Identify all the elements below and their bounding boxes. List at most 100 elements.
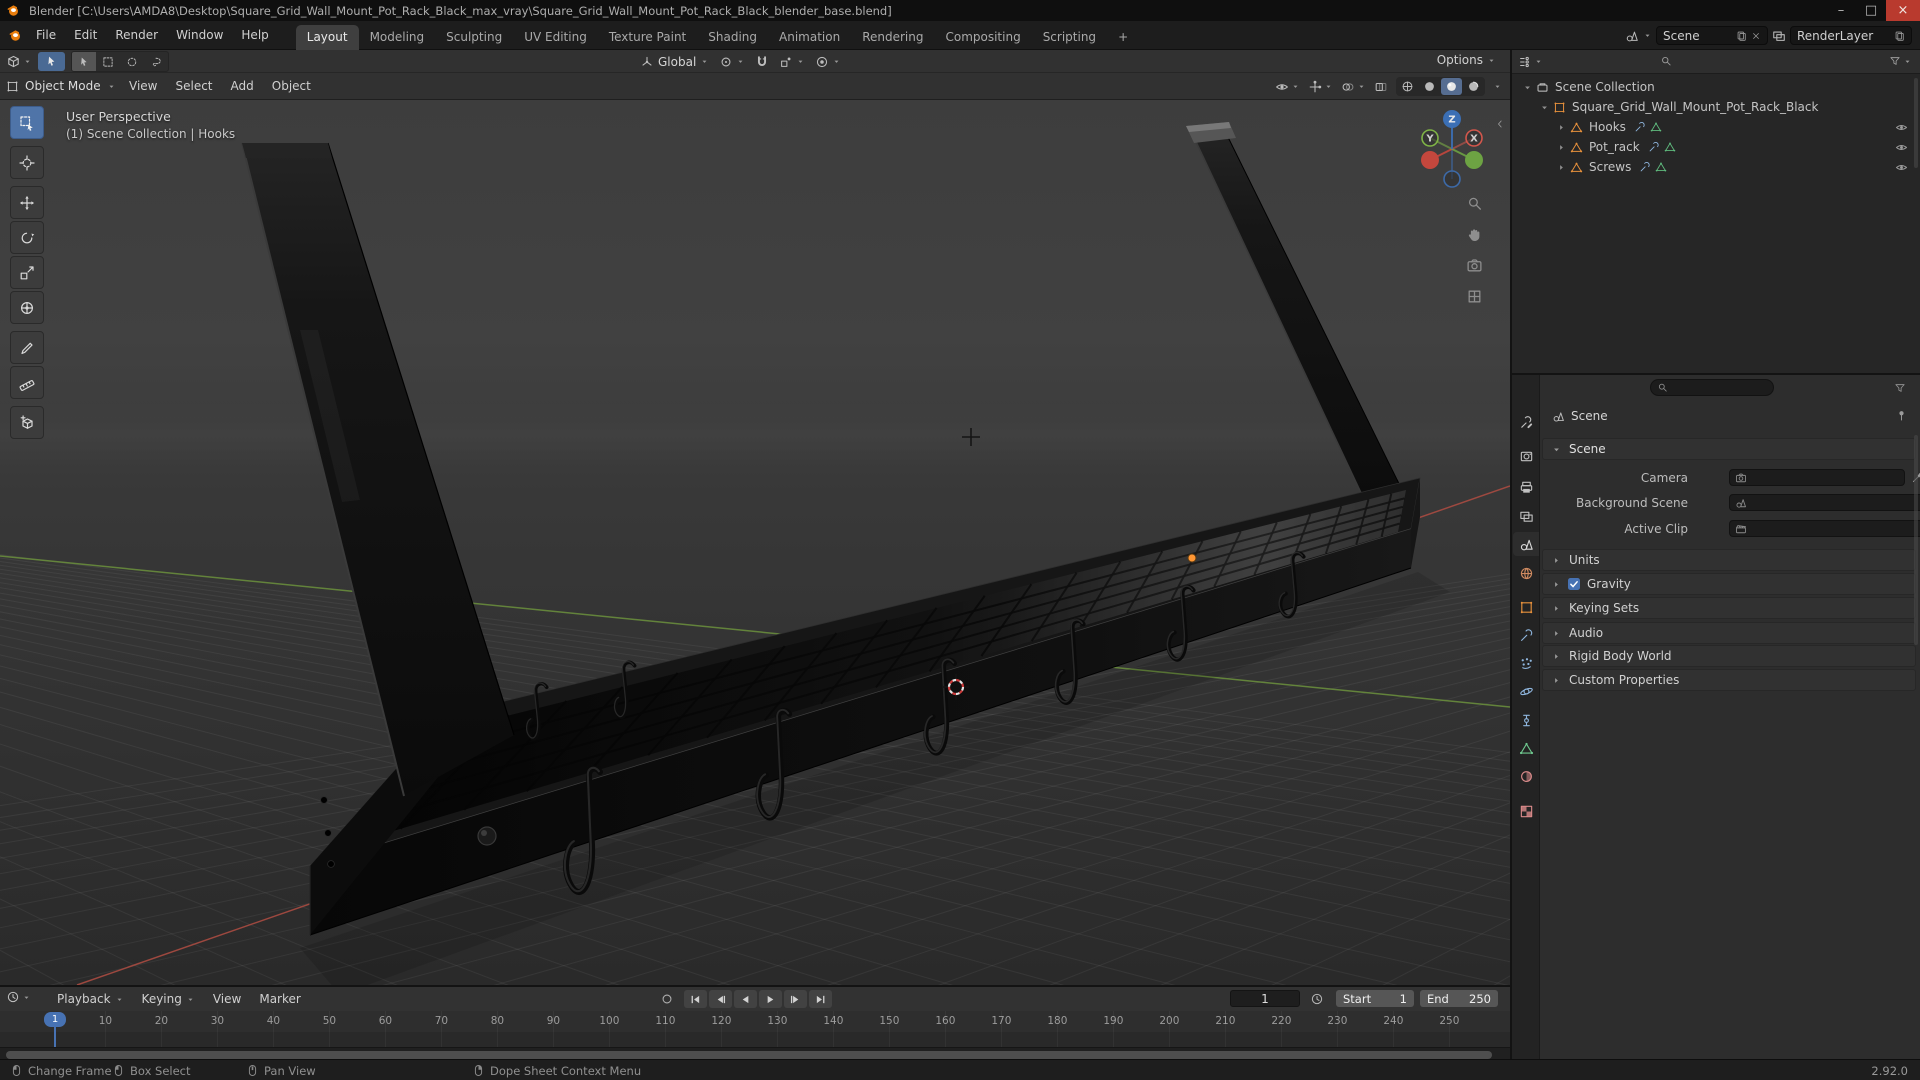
properties-filter-icon[interactable] <box>1894 382 1906 394</box>
outliner-row-scene-collection[interactable]: Scene Collection <box>1512 77 1920 97</box>
gizmo-axis-label[interactable]: X <box>1470 134 1478 145</box>
orthographic-icon[interactable] <box>1466 288 1483 305</box>
shading-dropdown-icon[interactable] <box>1493 82 1502 91</box>
filter-dropdown[interactable] <box>1889 55 1912 67</box>
properties-scrollbar[interactable] <box>1914 435 1918 645</box>
frame-start-field[interactable]: Start 1 <box>1336 990 1414 1007</box>
menu-edit[interactable]: Edit <box>65 28 106 42</box>
jump-end-button[interactable] <box>809 990 832 1008</box>
outliner-item-label[interactable]: Pot_rack <box>1589 140 1640 154</box>
play-reverse-button[interactable] <box>734 990 757 1008</box>
viewport-menu-view[interactable]: View <box>120 79 166 93</box>
modifier-wrench-icon[interactable] <box>1648 141 1660 153</box>
expand-icon[interactable] <box>1556 122 1567 133</box>
properties-tab-texture[interactable] <box>1513 799 1539 823</box>
active-clip-input[interactable] <box>1729 520 1920 537</box>
select-mode-box[interactable] <box>96 52 120 71</box>
xray-toggle[interactable] <box>1374 80 1388 94</box>
play-button[interactable] <box>759 990 782 1008</box>
add-workspace-button[interactable]: + <box>1107 25 1139 50</box>
menu-render[interactable]: Render <box>106 28 167 42</box>
expand-icon[interactable] <box>1522 82 1533 93</box>
maximize-button[interactable]: □ <box>1856 0 1886 21</box>
expand-icon[interactable] <box>1556 162 1567 173</box>
zoom-icon[interactable] <box>1466 195 1483 212</box>
timeline-editor-type-button[interactable] <box>6 990 31 1004</box>
unlink-scene-icon[interactable] <box>1751 31 1761 41</box>
properties-tab-world[interactable] <box>1513 561 1539 585</box>
outliner-item-label[interactable]: Scene Collection <box>1555 80 1655 94</box>
minimize-button[interactable]: – <box>1826 0 1856 21</box>
mesh-data-icon[interactable] <box>1655 161 1667 173</box>
expand-icon[interactable] <box>1539 102 1550 113</box>
transform-pivot-dropdown[interactable] <box>719 55 745 69</box>
workspace-tab-rendering[interactable]: Rendering <box>851 25 934 50</box>
workspace-tab-uv-editing[interactable]: UV Editing <box>513 25 598 50</box>
properties-tab-view-layer[interactable] <box>1513 504 1539 528</box>
panel-scene-header[interactable]: Scene <box>1542 438 1916 460</box>
tool-measure-button[interactable] <box>10 366 44 399</box>
tool-add-cube-button[interactable] <box>10 406 44 439</box>
properties-tab-tool[interactable] <box>1513 410 1539 434</box>
menu-file[interactable]: File <box>27 28 65 42</box>
pin-icon[interactable] <box>1895 409 1908 422</box>
timeline-menu-marker[interactable]: Marker <box>250 992 309 1006</box>
close-button[interactable]: × <box>1886 0 1920 21</box>
visibility-eye-icon[interactable] <box>1895 161 1908 174</box>
next-keyframe-button[interactable] <box>784 990 807 1008</box>
outliner-row-hooks[interactable]: Hooks <box>1512 117 1920 137</box>
properties-tab-modifiers[interactable] <box>1513 623 1539 647</box>
tool-move-button[interactable] <box>10 186 44 219</box>
blender-menu-icon[interactable] <box>8 28 23 43</box>
outliner-row-pot-rack-object[interactable]: Square_Grid_Wall_Mount_Pot_Rack_Black <box>1512 97 1920 117</box>
properties-tab-object[interactable] <box>1513 595 1539 619</box>
properties-tab-render[interactable] <box>1513 444 1539 468</box>
tool-transform-button[interactable] <box>10 291 44 324</box>
tool-cursor-button[interactable] <box>10 146 44 179</box>
gizmos-dropdown[interactable] <box>1308 80 1333 94</box>
timeline-menu-view[interactable]: View <box>204 992 250 1006</box>
outliner-row-pot_rack[interactable]: Pot_rack <box>1512 137 1920 157</box>
tool-rotate-button[interactable] <box>10 221 44 254</box>
shading-wireframe-button[interactable] <box>1397 78 1418 95</box>
outliner-item-label[interactable]: Square_Grid_Wall_Mount_Pot_Rack_Black <box>1572 100 1818 114</box>
panel-units[interactable]: Units <box>1542 549 1916 571</box>
tool-select-box-button[interactable] <box>10 106 44 139</box>
viewport-menu-add[interactable]: Add <box>222 79 263 93</box>
timeline-menu-playback[interactable]: Playback <box>48 992 133 1006</box>
select-mode-lasso[interactable] <box>144 52 168 71</box>
workspace-tab-modeling[interactable]: Modeling <box>359 25 436 50</box>
object-visibility-dropdown[interactable] <box>1275 80 1300 94</box>
panel-audio[interactable]: Audio <box>1542 622 1916 644</box>
mesh-data-icon[interactable] <box>1664 141 1676 153</box>
options-dropdown[interactable]: Options <box>1437 53 1496 67</box>
workspace-tab-layout[interactable]: Layout <box>295 24 359 50</box>
scene-selector[interactable]: Scene <box>1656 26 1768 45</box>
select-mode-circle[interactable] <box>120 52 144 71</box>
transform-orientation-dropdown[interactable]: Global <box>640 55 709 69</box>
viewport-menu-object[interactable]: Object <box>263 79 320 93</box>
properties-tab-scene[interactable] <box>1513 532 1539 556</box>
properties-tab-particles[interactable] <box>1513 651 1539 675</box>
workspace-tab-texture-paint[interactable]: Texture Paint <box>598 25 697 50</box>
menu-window[interactable]: Window <box>167 28 232 42</box>
outliner-item-label[interactable]: Hooks <box>1589 120 1626 134</box>
gizmo-axis-label[interactable]: Y <box>1425 134 1434 145</box>
workspace-tab-shading[interactable]: Shading <box>697 25 768 50</box>
workspace-tab-compositing[interactable]: Compositing <box>934 25 1031 50</box>
visibility-eye-icon[interactable] <box>1895 121 1908 134</box>
menu-help[interactable]: Help <box>232 28 277 42</box>
playhead-line[interactable] <box>54 1027 56 1047</box>
expand-icon[interactable] <box>1556 142 1567 153</box>
shading-solid-button[interactable] <box>1419 78 1440 95</box>
outliner-editor-type-button[interactable] <box>1518 55 1543 69</box>
shading-rendered-button[interactable] <box>1463 78 1484 95</box>
select-mode-tweak[interactable] <box>72 52 96 71</box>
auto-keying-toggle[interactable] <box>660 992 674 1006</box>
tool-annotate-button[interactable] <box>10 331 44 364</box>
new-scene-icon[interactable] <box>1736 30 1747 41</box>
gravity-checkbox[interactable] <box>1568 578 1580 590</box>
workspace-tab-scripting[interactable]: Scripting <box>1032 25 1107 50</box>
scene-icon[interactable] <box>1625 29 1639 43</box>
modifier-wrench-icon[interactable] <box>1634 121 1646 133</box>
